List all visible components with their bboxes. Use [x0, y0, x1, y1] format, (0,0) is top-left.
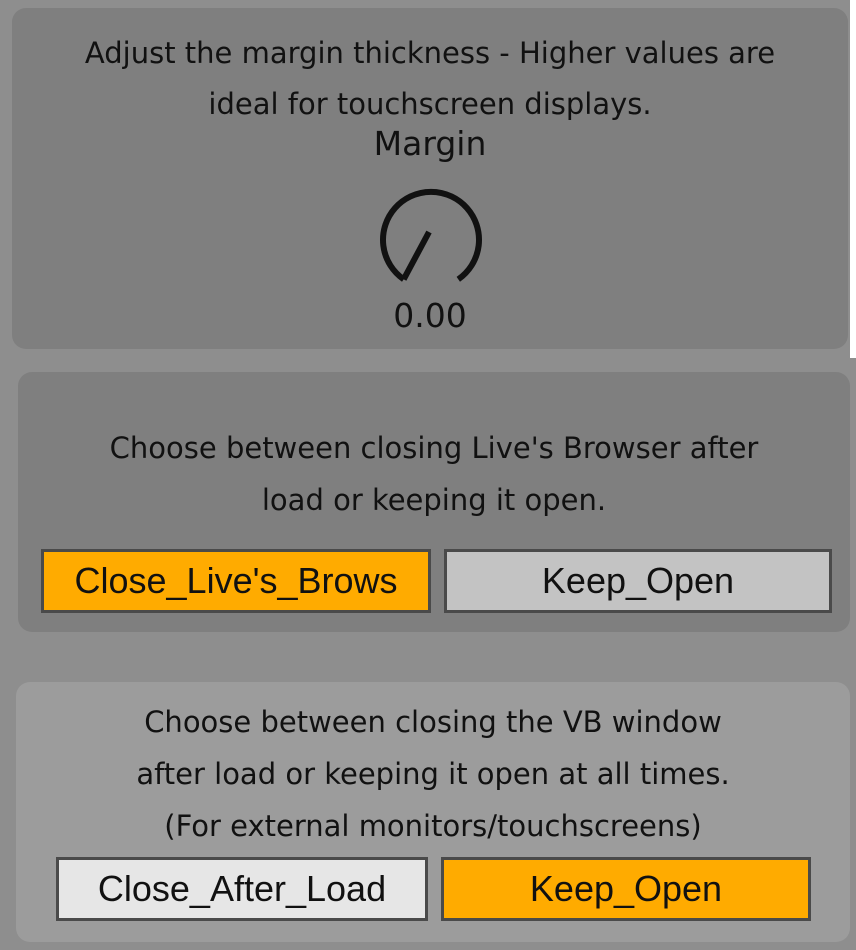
margin-panel: Adjust the margin thickness - Higher val…	[12, 8, 848, 349]
vb-description: Choose between closing the VB window aft…	[16, 696, 850, 852]
browser-description: Choose between closing Live's Browser af…	[18, 422, 850, 526]
browser-description-line: load or keeping it open.	[261, 483, 607, 517]
browser-panel: Choose between closing Live's Browser af…	[18, 372, 850, 632]
knob-needle	[401, 230, 432, 281]
keep-browser-open-button[interactable]: Keep_Open	[444, 549, 832, 613]
margin-description-line: ideal for touchscreen displays.	[208, 87, 652, 121]
browser-description-line: Choose between closing Live's Browser af…	[109, 431, 759, 465]
vb-description-line: (For external monitors/touchscreens)	[164, 809, 702, 843]
close-after-load-button[interactable]: Close_After_Load	[56, 857, 428, 921]
vb-window-panel: Choose between closing the VB window aft…	[16, 682, 850, 942]
window-edge	[850, 0, 856, 358]
margin-description-line: Adjust the margin thickness - Higher val…	[84, 36, 776, 70]
vb-description-line: after load or keeping it open at all tim…	[136, 757, 730, 791]
margin-description: Adjust the margin thickness - Higher val…	[12, 28, 848, 130]
knob-arc	[380, 188, 482, 282]
margin-knob-label: Margin	[373, 124, 487, 163]
keep-vb-open-button[interactable]: Keep_Open	[441, 857, 811, 921]
margin-knob-value: 0.00	[393, 296, 467, 335]
close-browser-button[interactable]: Close_Live's_Brows	[41, 549, 431, 613]
vb-description-line: Choose between closing the VB window	[144, 705, 722, 739]
margin-knob[interactable]	[366, 174, 496, 304]
